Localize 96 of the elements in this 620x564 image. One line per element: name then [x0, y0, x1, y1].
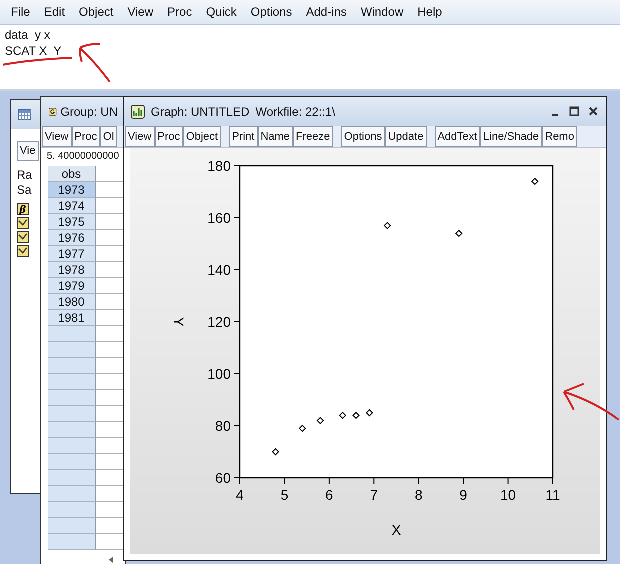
data-point	[339, 412, 347, 420]
data-point	[384, 222, 392, 230]
toolbar-button[interactable]: Ol	[100, 126, 118, 147]
row-header[interactable]: 1975	[48, 214, 96, 230]
column-header: obs	[48, 166, 96, 182]
toolbar-button[interactable]: Print	[229, 126, 258, 147]
data-point	[272, 448, 280, 456]
series-icon[interactable]	[17, 217, 29, 229]
menu-item[interactable]: Window	[354, 5, 411, 19]
tick-label: 7	[370, 487, 378, 503]
info-text: Sa	[17, 184, 33, 197]
tick-label: 100	[208, 366, 231, 382]
tick-label: 180	[208, 158, 231, 174]
menu-item[interactable]: Edit	[37, 5, 72, 19]
row-header[interactable]	[48, 406, 96, 422]
axis-label: Y	[171, 317, 187, 327]
tick-label: 140	[208, 262, 231, 278]
row-header[interactable]	[48, 486, 96, 502]
data-point	[352, 412, 360, 420]
maximize-icon[interactable]	[569, 106, 580, 117]
tick-label: 80	[215, 418, 231, 434]
toolbar-button[interactable]: View	[42, 126, 72, 147]
toolbar-button[interactable]: Name	[258, 126, 294, 147]
menu-item[interactable]: Options	[244, 5, 300, 19]
menu-item[interactable]: Object	[72, 5, 121, 19]
tick-label: 5	[280, 487, 289, 503]
row-header[interactable]: 1974	[48, 198, 96, 214]
row-header[interactable]	[48, 390, 96, 406]
menu-item[interactable]: File	[4, 5, 38, 19]
row-header[interactable]: 1979	[48, 278, 96, 294]
data-point	[531, 178, 539, 186]
row-header[interactable]	[48, 358, 96, 374]
tick-label: 9	[460, 487, 468, 503]
command-line: SCAT X Y	[5, 43, 63, 59]
series-icon[interactable]	[17, 245, 29, 257]
edit-field[interactable]: 5. 40000000000	[41, 148, 125, 166]
toolbar-button[interactable]: Update	[385, 126, 427, 147]
data-point	[455, 230, 463, 238]
scroll-left-icon[interactable]	[107, 556, 115, 564]
underline-mark	[2, 57, 72, 66]
tick-label: 4	[236, 487, 244, 503]
row-header[interactable]	[48, 502, 96, 518]
row-header[interactable]	[48, 422, 96, 438]
toolbar-button[interactable]: Proc	[154, 126, 184, 147]
close-icon[interactable]	[588, 106, 599, 117]
row-header[interactable]	[48, 470, 96, 486]
row-header[interactable]: 1976	[48, 230, 96, 246]
toolbar-button[interactable]: Remo	[542, 126, 578, 147]
data-point	[366, 409, 374, 417]
workfile-label: Workfile: 22::1\	[256, 104, 336, 118]
row-header[interactable]: 1973	[48, 182, 96, 198]
tick-label: 160	[208, 210, 231, 226]
toolbar-button[interactable]: Proc	[72, 126, 100, 147]
toolbar-button[interactable]: AddText	[434, 126, 480, 147]
toolbar-button[interactable]: Options	[341, 126, 386, 147]
table-icon	[18, 108, 32, 122]
row-header[interactable]	[48, 454, 96, 470]
menu-item[interactable]: Quick	[199, 5, 244, 19]
menu-item[interactable]: Help	[410, 5, 450, 19]
command-line: data y x	[5, 27, 52, 43]
info-text: Ra	[17, 169, 34, 182]
window-title: Group: UN	[60, 104, 118, 118]
tick-label: 11	[546, 487, 560, 503]
menu-item[interactable]: Proc	[160, 5, 200, 19]
toolbar-button[interactable]: Vie	[17, 141, 39, 161]
window-title: Graph: UNTITLED	[151, 104, 250, 118]
row-header[interactable]: 1978	[48, 262, 96, 278]
series-icon[interactable]	[17, 231, 29, 243]
data-point	[298, 424, 306, 432]
tick-label: 120	[208, 314, 231, 330]
command-window[interactable]: data y x SCAT X Y	[0, 25, 620, 91]
row-header[interactable]: 1980	[48, 294, 96, 310]
arrow-mark	[563, 383, 620, 421]
row-header[interactable]	[48, 438, 96, 454]
row-header[interactable]	[48, 518, 96, 534]
tick-label: 8	[414, 487, 423, 503]
toolbar-button[interactable]: Freeze	[293, 126, 334, 147]
row-header[interactable]	[48, 534, 96, 550]
data-point	[316, 417, 324, 424]
bar-chart-icon	[131, 104, 145, 118]
row-header[interactable]: 1977	[48, 246, 96, 262]
toolbar-button[interactable]: Line/Shade	[480, 126, 542, 147]
arrow-mark	[79, 43, 111, 83]
row-header[interactable]	[48, 326, 96, 342]
row-header[interactable]	[48, 374, 96, 390]
menu-item[interactable]: Add-ins	[299, 5, 354, 19]
toolbar-button[interactable]: Object	[183, 126, 222, 147]
axis-label: X	[392, 522, 402, 538]
tick-label: 10	[500, 487, 516, 503]
row-header[interactable]	[48, 342, 96, 358]
tick-label: 6	[326, 487, 334, 503]
toolbar-button[interactable]: View	[125, 126, 155, 147]
menu-item[interactable]: View	[120, 5, 161, 19]
coefficient-icon[interactable]: β	[17, 203, 29, 215]
tick-label: 60	[215, 470, 231, 486]
row-header[interactable]: 1981	[48, 310, 96, 326]
